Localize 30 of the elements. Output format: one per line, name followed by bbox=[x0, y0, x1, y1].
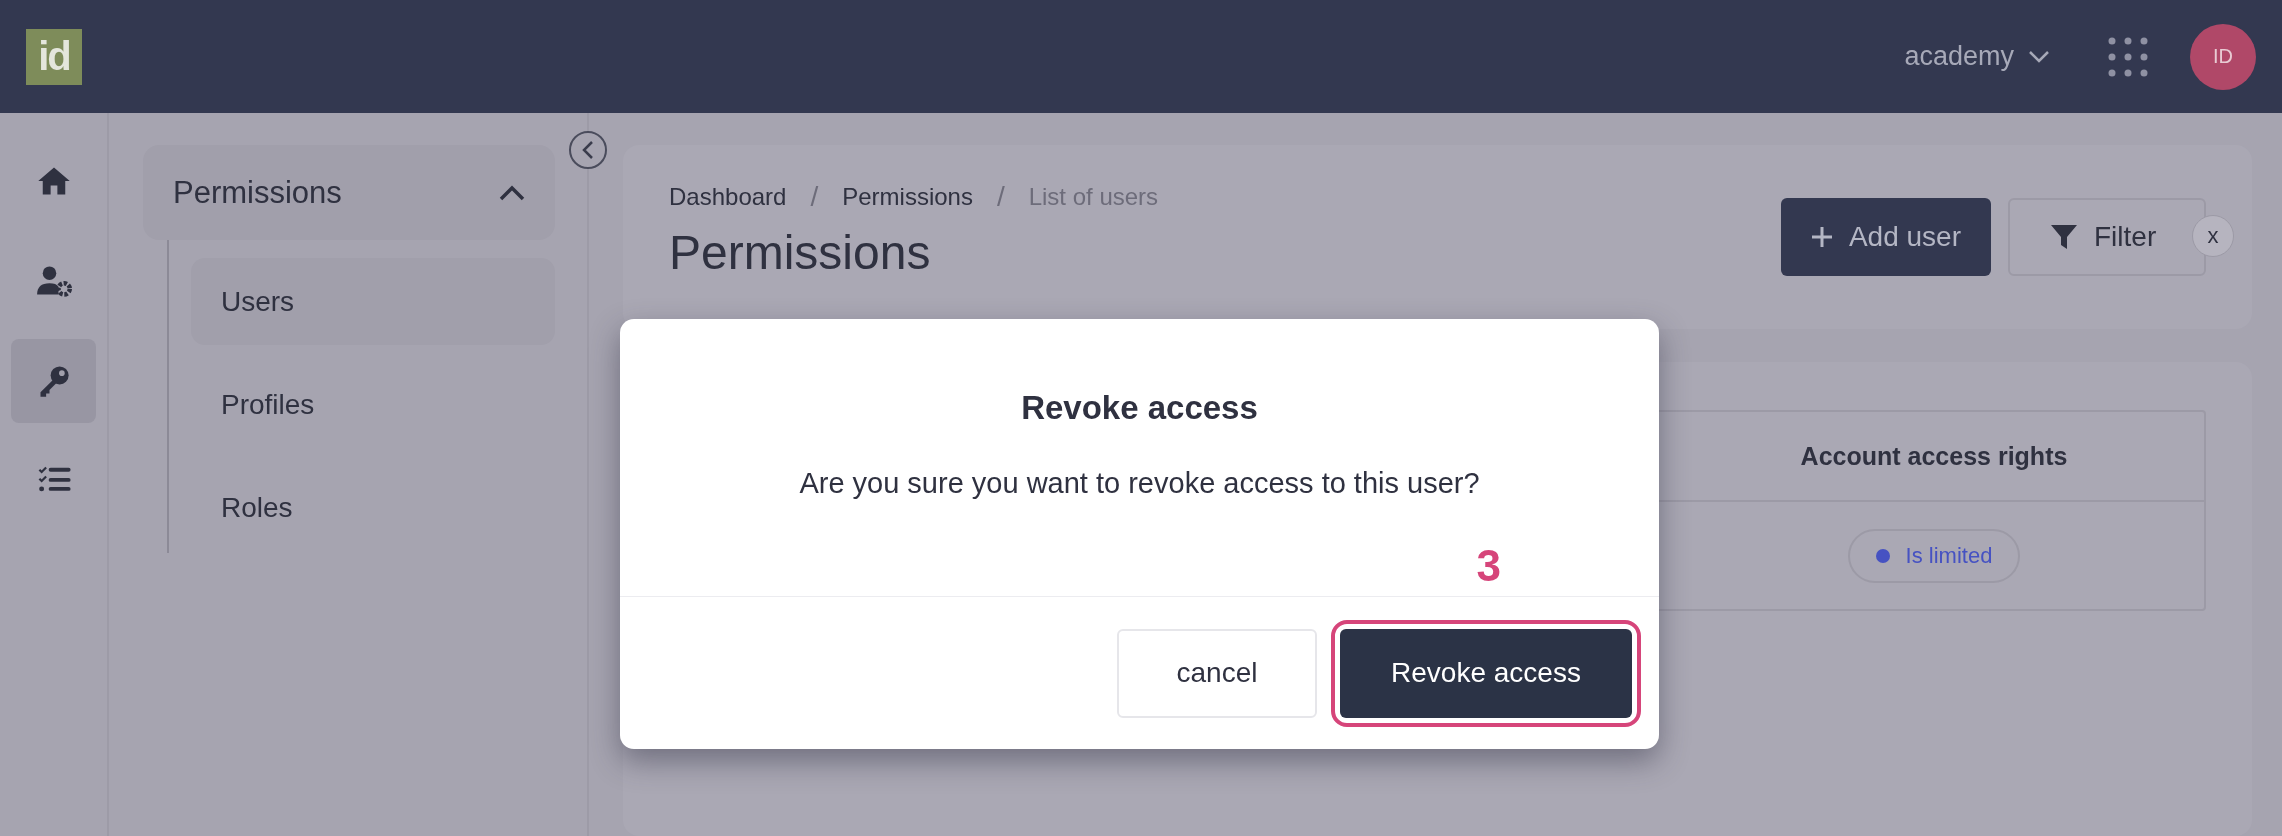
status-label: Is limited bbox=[1905, 542, 1993, 569]
revoke-button[interactable]: Revoke access bbox=[1340, 628, 1632, 718]
page-title: Permissions bbox=[669, 225, 932, 280]
filter-button[interactable]: Filter bbox=[2008, 198, 2206, 276]
breadcrumb-link[interactable]: Permissions bbox=[842, 183, 973, 211]
collapse-sidebar-button[interactable] bbox=[569, 131, 607, 169]
chevron-left-icon bbox=[581, 140, 595, 160]
app-grid-icon[interactable] bbox=[2108, 36, 2148, 77]
plus-icon bbox=[1810, 226, 1833, 248]
breadcrumb-separator: / bbox=[996, 181, 1005, 213]
dialog-message: Are you sure you want to revoke access to this user? bbox=[798, 467, 1481, 500]
user-avatar[interactable]: ID bbox=[2190, 23, 2256, 90]
step-number: 3 bbox=[1476, 541, 1501, 591]
breadcrumb-separator: / bbox=[810, 181, 819, 213]
cancel-button[interactable]: cancel bbox=[1117, 628, 1317, 718]
breadcrumb-link[interactable]: Dashboard bbox=[669, 183, 787, 211]
workspace-dropdown[interactable]: academy bbox=[1904, 41, 2050, 72]
chevron-down-icon bbox=[2028, 49, 2050, 64]
sidebar-item[interactable]: Roles bbox=[191, 464, 555, 551]
chevron-up-icon bbox=[499, 184, 525, 201]
funnel-icon bbox=[2050, 224, 2078, 250]
key-nav-button[interactable] bbox=[11, 339, 96, 423]
sidebar-item[interactable]: Users bbox=[191, 258, 555, 345]
add-button[interactable]: Add user bbox=[1780, 198, 1991, 276]
app-logo[interactable]: id bbox=[26, 28, 82, 85]
dialog-title: Revoke access bbox=[1020, 389, 1259, 427]
column-header: Account access rights bbox=[1664, 412, 2204, 502]
sidebar-section[interactable]: Permissions bbox=[143, 145, 555, 240]
clear-filter-button[interactable]: x bbox=[2192, 215, 2234, 257]
sidebar-item[interactable]: Profiles bbox=[191, 361, 555, 448]
